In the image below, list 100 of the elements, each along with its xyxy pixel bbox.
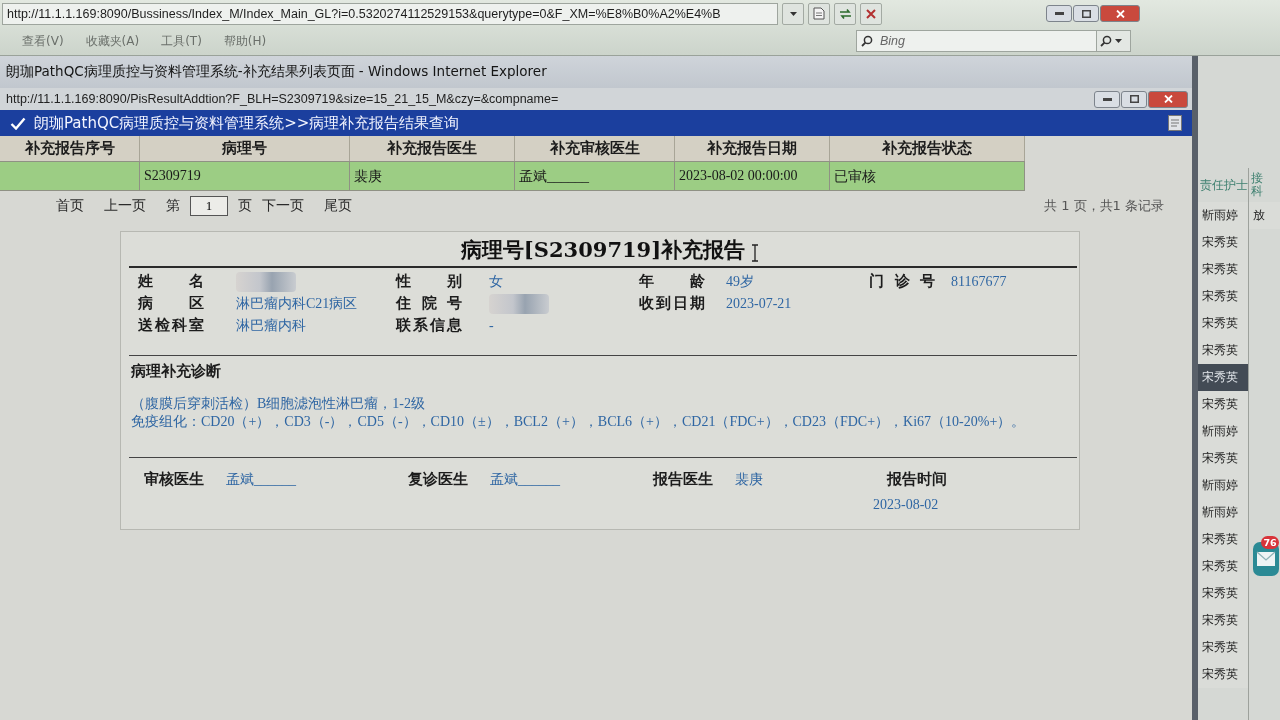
field-value: 淋巴瘤内科	[236, 316, 307, 335]
nurse-name[interactable]: 宋秀英	[1198, 526, 1248, 553]
table-row[interactable]: S2309719 裴庚 孟斌______ 2023-08-02 00:00:00 已审核	[0, 162, 1025, 191]
close-button[interactable]	[1148, 90, 1188, 108]
column-header: 补充报告医生	[350, 136, 515, 161]
compatibility-button[interactable]	[808, 2, 830, 25]
column-header: 补充报告日期	[675, 136, 830, 161]
dropdown-button[interactable]	[782, 2, 804, 25]
column-header: 补充审核医生	[515, 136, 675, 161]
minimize-button[interactable]	[1046, 5, 1072, 23]
nurse-name[interactable]: 宋秀英	[1198, 661, 1248, 688]
text-cursor-icon	[751, 244, 759, 262]
check-icon	[10, 116, 26, 130]
nurse-name[interactable]: 宋秀英	[1198, 445, 1248, 472]
field-value: -	[489, 317, 495, 334]
record-summary: 共 1 页，共1 条记录	[1044, 197, 1164, 215]
pager-link[interactable]: 首页	[56, 197, 84, 215]
signature-label: 审核医生	[144, 470, 204, 489]
signature-value: 孟斌______	[490, 471, 560, 489]
column-header: 病理号	[140, 136, 350, 161]
search-icon	[1100, 35, 1112, 48]
maximize-icon	[1081, 9, 1091, 18]
field-label: 收到日期	[639, 294, 705, 314]
field-label: 姓名	[138, 272, 204, 292]
nurse-name[interactable]: 宋秀英	[1198, 580, 1248, 607]
page-title: 朗珈PathQC病理质控与资料管理系统>>病理补充报告结果查询	[34, 113, 461, 133]
nurse-name[interactable]: 宋秀英	[1198, 229, 1248, 256]
refresh-button[interactable]	[834, 2, 856, 25]
minimize-button[interactable]	[1094, 90, 1120, 108]
maximize-button[interactable]	[1121, 90, 1147, 108]
signature-label: 复诊医生	[408, 470, 468, 489]
page-input[interactable]: 1	[190, 196, 228, 216]
caret-icon	[1115, 39, 1122, 44]
caret-icon	[789, 11, 797, 16]
window-title: 朗珈PathQC病理质控与资料管理系统-补充结果列表页面 - Windows Internet Explorer	[6, 63, 547, 81]
nurse-name[interactable]: 宋秀英	[1198, 607, 1248, 634]
field-label: 性别	[396, 272, 462, 292]
minimize-icon	[1102, 97, 1112, 101]
close-icon	[1115, 9, 1125, 18]
maximize-icon	[1129, 95, 1139, 103]
signature-label: 报告医生	[653, 470, 713, 489]
search-field[interactable]: Bing	[876, 30, 1096, 53]
nurse-name[interactable]: 宋秀英	[1198, 553, 1248, 580]
close-icon	[1163, 95, 1173, 103]
field-value: 女	[489, 273, 504, 291]
mail-button[interactable]: 76	[1253, 536, 1279, 576]
field-value: 49岁	[726, 273, 755, 291]
menu-item[interactable]: 帮助(H)	[223, 32, 267, 50]
menu-item[interactable]: 收藏夹(A)	[85, 32, 140, 50]
field-label: 送检科室	[138, 316, 204, 335]
signature-value: 2023-08-02	[873, 497, 939, 513]
section-heading: 病理补充诊断	[131, 362, 222, 381]
field-label: 年龄	[639, 272, 705, 292]
field-label: 门诊号	[869, 272, 935, 292]
table-cell[interactable]: 放	[1249, 202, 1280, 229]
address-field[interactable]: http://11.1.1.169:8090/Bussiness/Index_M/Index_Main_GL?i=0.5320274112529153&querytype=0&F_XM=%E8%B0%A2%E4%B	[2, 2, 778, 25]
field-value: 2023-07-21	[726, 296, 793, 312]
table-cell: S2309719	[140, 162, 350, 190]
nurse-name[interactable]: 宋秀英	[1198, 337, 1248, 364]
field-value: 淋巴瘤内科C21病区	[236, 295, 359, 313]
field-value: 81167677	[951, 274, 1008, 290]
signature-value: 裴庚	[735, 471, 763, 489]
menu-item[interactable]: 工具(T)	[161, 32, 202, 50]
pager-link[interactable]: 尾页	[324, 197, 352, 215]
field-label: 联系信息	[396, 316, 462, 335]
search-icon	[861, 35, 873, 48]
nurse-name[interactable]: 宋秀英	[1198, 283, 1248, 310]
signature-label: 报告时间	[887, 470, 947, 489]
stop-button[interactable]	[860, 2, 882, 25]
nurse-name[interactable]: 靳雨婷	[1198, 418, 1248, 445]
signature-value: 孟斌______	[226, 471, 296, 489]
table-cell: 2023-08-02 00:00:00	[675, 162, 830, 190]
notification-badge: 76	[1261, 536, 1279, 549]
nurse-name[interactable]: 宋秀英	[1198, 634, 1248, 661]
arrows-icon	[838, 7, 852, 20]
page-icon	[1168, 115, 1182, 131]
pager-link[interactable]: 上一页	[104, 197, 146, 215]
nurse-name[interactable]: 宋秀英	[1198, 310, 1248, 337]
table-cell: 已审核	[830, 162, 1025, 190]
nurse-name[interactable]: 宋秀英	[1198, 364, 1248, 391]
nurse-name[interactable]: 宋秀英	[1198, 391, 1248, 418]
column-header: 责任护士	[1199, 177, 1248, 193]
minimize-icon	[1054, 12, 1064, 16]
diagnosis-text: 免疫组化：CD20（+），CD3（-），CD5（-），CD10（±），BCL2（+），BCL6（+），CD21（FDC+），CD23（FDC+），Ki67（10-20%+）。	[131, 413, 1027, 431]
close-button[interactable]	[1100, 5, 1140, 23]
nurse-name[interactable]: 宋秀英	[1198, 256, 1248, 283]
pager-label: 第	[166, 197, 180, 215]
table-cell: 裴庚	[350, 162, 515, 190]
nurse-name[interactable]: 靳雨婷	[1198, 472, 1248, 499]
search-provider-button[interactable]	[856, 30, 876, 53]
maximize-button[interactable]	[1073, 5, 1099, 23]
nurse-name[interactable]: 靳雨婷	[1198, 202, 1248, 229]
column-header: 补充报告状态	[830, 136, 1025, 161]
nurse-name[interactable]: 靳雨婷	[1198, 499, 1248, 526]
menu-item[interactable]: 查看(V)	[22, 32, 64, 50]
diagnosis-text: （腹膜后穿刺活检）B细胞滤泡性淋巴瘤，1-2级	[131, 395, 426, 413]
report-title: 病理号[S2309719]补充报告	[460, 236, 746, 264]
pager-label: 页	[238, 197, 252, 215]
pager-link[interactable]: 下一页	[262, 197, 304, 215]
search-button[interactable]	[1096, 30, 1131, 53]
